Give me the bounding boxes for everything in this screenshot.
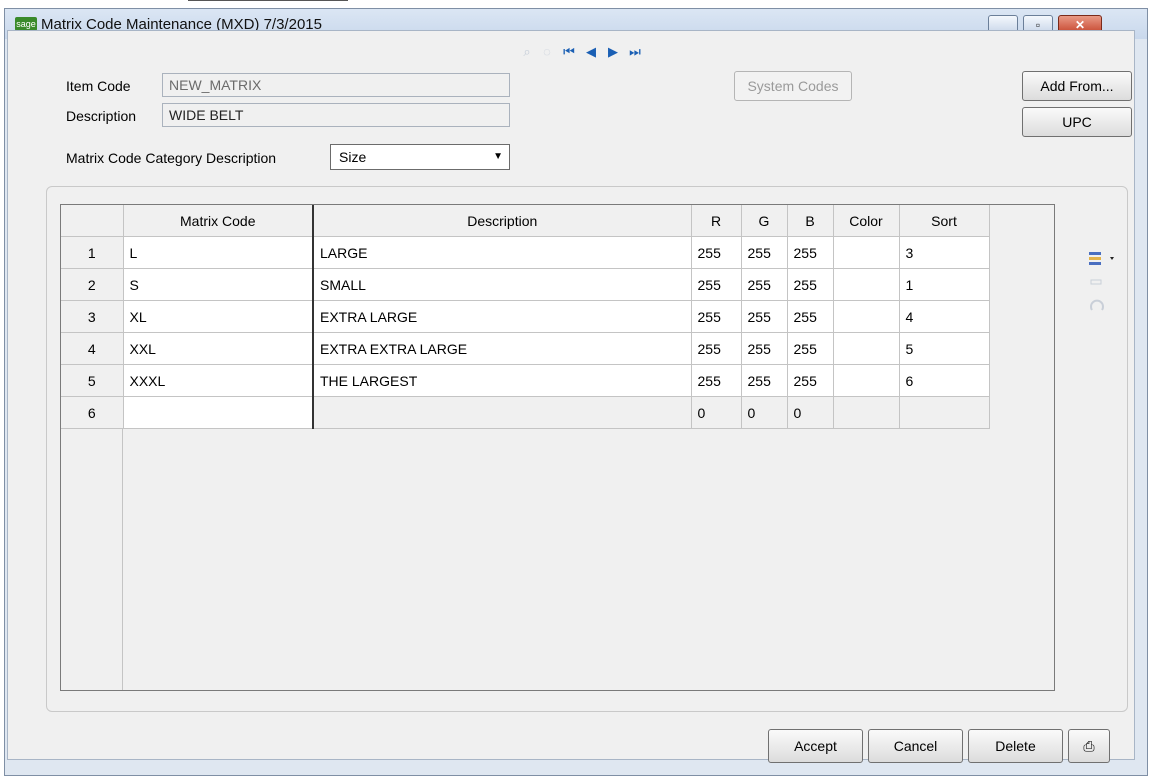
description-cell[interactable]: EXTRA EXTRA LARGE [313, 332, 692, 365]
grid-refresh-icon[interactable] [1088, 298, 1106, 314]
color-cell[interactable] [833, 332, 900, 365]
table-row[interactable]: 4 XXL EXTRA EXTRA LARGE 255 255 255 5 [61, 332, 990, 365]
upc-button[interactable]: UPC [1022, 107, 1132, 137]
add-from-button[interactable]: Add From... [1022, 71, 1132, 101]
print-button[interactable]: ⎙ [1068, 729, 1110, 763]
r-cell[interactable]: 255 [691, 364, 742, 397]
sort-cell[interactable]: 4 [899, 300, 990, 333]
matrix-code-cell[interactable] [123, 396, 314, 429]
g-cell[interactable]: 255 [741, 236, 788, 269]
table-row[interactable]: 2 S SMALL 255 255 255 1 [61, 268, 990, 301]
color-cell[interactable] [833, 364, 900, 397]
previous-record-icon[interactable]: ◀ [584, 44, 598, 60]
grid-header-row: Matrix Code Description R G B Color Sort [61, 205, 990, 237]
r-cell[interactable]: 255 [691, 268, 742, 301]
b-cell[interactable]: 255 [787, 332, 834, 365]
b-cell[interactable]: 255 [787, 364, 834, 397]
table-row[interactable]: 3 XL EXTRA LARGE 255 255 255 4 [61, 300, 990, 333]
matrix-code-cell[interactable]: XXL [123, 332, 314, 365]
matrix-code-cell[interactable]: XXXL [123, 364, 314, 397]
description-label: Description [66, 108, 137, 124]
item-code-label: Item Code [66, 78, 131, 94]
dropdown-arrow-icon: ▼ [493, 151, 503, 162]
matrix-code-cell[interactable]: S [123, 268, 314, 301]
sort-cell[interactable]: 5 [899, 332, 990, 365]
r-cell[interactable]: 255 [691, 332, 742, 365]
row-number: 1 [61, 236, 124, 269]
column-header[interactable]: Description [313, 205, 692, 237]
grid-settings-icon[interactable] [1088, 250, 1114, 266]
g-cell[interactable]: 255 [741, 364, 788, 397]
matrix-code-cell[interactable]: XL [123, 300, 314, 333]
b-cell[interactable]: 0 [787, 396, 834, 429]
cancel-button[interactable]: Cancel [868, 729, 963, 763]
category-label: Matrix Code Category Description [66, 150, 277, 166]
description-cell[interactable] [313, 396, 692, 429]
g-cell[interactable]: 0 [741, 396, 788, 429]
last-record-icon[interactable]: ⏭ [628, 44, 642, 60]
lookup-icon[interactable]: ⌕ [520, 44, 534, 60]
row-number: 6 [61, 396, 124, 429]
g-cell[interactable]: 255 [741, 268, 788, 301]
column-header[interactable]: Sort [899, 205, 990, 237]
matrix-code-cell[interactable]: L [123, 236, 314, 269]
printer-icon: ⎙ [1083, 738, 1095, 754]
b-cell[interactable]: 255 [787, 268, 834, 301]
description-field[interactable]: WIDE BELT [162, 103, 510, 127]
b-cell[interactable]: 255 [787, 300, 834, 333]
description-cell[interactable]: LARGE [313, 236, 692, 269]
row-number: 4 [61, 332, 124, 365]
column-header[interactable]: R [691, 205, 742, 237]
refresh-icon[interactable]: ◌ [540, 44, 554, 60]
sage-app-icon: sage [15, 17, 37, 31]
grid-settings-icon-svg [1089, 252, 1114, 265]
description-cell[interactable]: EXTRA LARGE [313, 300, 692, 333]
matrix-code-table: Matrix Code Description R G B Color Sort… [61, 205, 990, 429]
column-header[interactable]: Matrix Code [123, 205, 314, 237]
column-header[interactable]: G [741, 205, 788, 237]
table-row[interactable]: 6 0 0 0 [61, 396, 990, 429]
r-cell[interactable]: 255 [691, 236, 742, 269]
row-number: 5 [61, 364, 124, 397]
item-code-field[interactable]: NEW_MATRIX [162, 73, 510, 97]
background-strip [0, 0, 1151, 8]
r-cell[interactable]: 0 [691, 396, 742, 429]
description-cell[interactable]: SMALL [313, 268, 692, 301]
first-record-icon[interactable]: ⏮ [562, 44, 576, 60]
g-cell[interactable]: 255 [741, 332, 788, 365]
matrix-code-grid[interactable]: Matrix Code Description R G B Color Sort… [60, 204, 1055, 691]
grid-line-icon[interactable] [1088, 274, 1106, 290]
description-cell[interactable]: THE LARGEST [313, 364, 692, 397]
b-cell[interactable]: 255 [787, 236, 834, 269]
sort-cell[interactable] [899, 396, 990, 429]
row-number: 2 [61, 268, 124, 301]
column-header[interactable]: B [787, 205, 834, 237]
grid-line-icon-svg [1090, 279, 1102, 285]
table-row[interactable]: 5 XXXL THE LARGEST 255 255 255 6 [61, 364, 990, 397]
category-select[interactable]: Size ▼ [330, 144, 510, 170]
color-cell[interactable] [833, 268, 900, 301]
grid-refresh-icon-svg [1090, 299, 1104, 311]
table-row[interactable]: 1 L LARGE 255 255 255 3 [61, 236, 990, 269]
r-cell[interactable]: 255 [691, 300, 742, 333]
system-codes-button[interactable]: System Codes [734, 71, 852, 101]
g-cell[interactable]: 255 [741, 300, 788, 333]
accept-button[interactable]: Accept [768, 729, 863, 763]
category-select-value: Size [339, 149, 367, 165]
column-header [61, 205, 124, 237]
next-record-icon[interactable]: ▶ [606, 44, 620, 60]
color-cell[interactable] [833, 236, 900, 269]
background-fragment [188, 0, 348, 6]
sort-cell[interactable]: 3 [899, 236, 990, 269]
color-cell[interactable] [833, 396, 900, 429]
row-number: 3 [61, 300, 124, 333]
column-header[interactable]: Color [833, 205, 900, 237]
color-cell[interactable] [833, 300, 900, 333]
sort-cell[interactable]: 6 [899, 364, 990, 397]
sort-cell[interactable]: 1 [899, 268, 990, 301]
delete-button[interactable]: Delete [968, 729, 1063, 763]
